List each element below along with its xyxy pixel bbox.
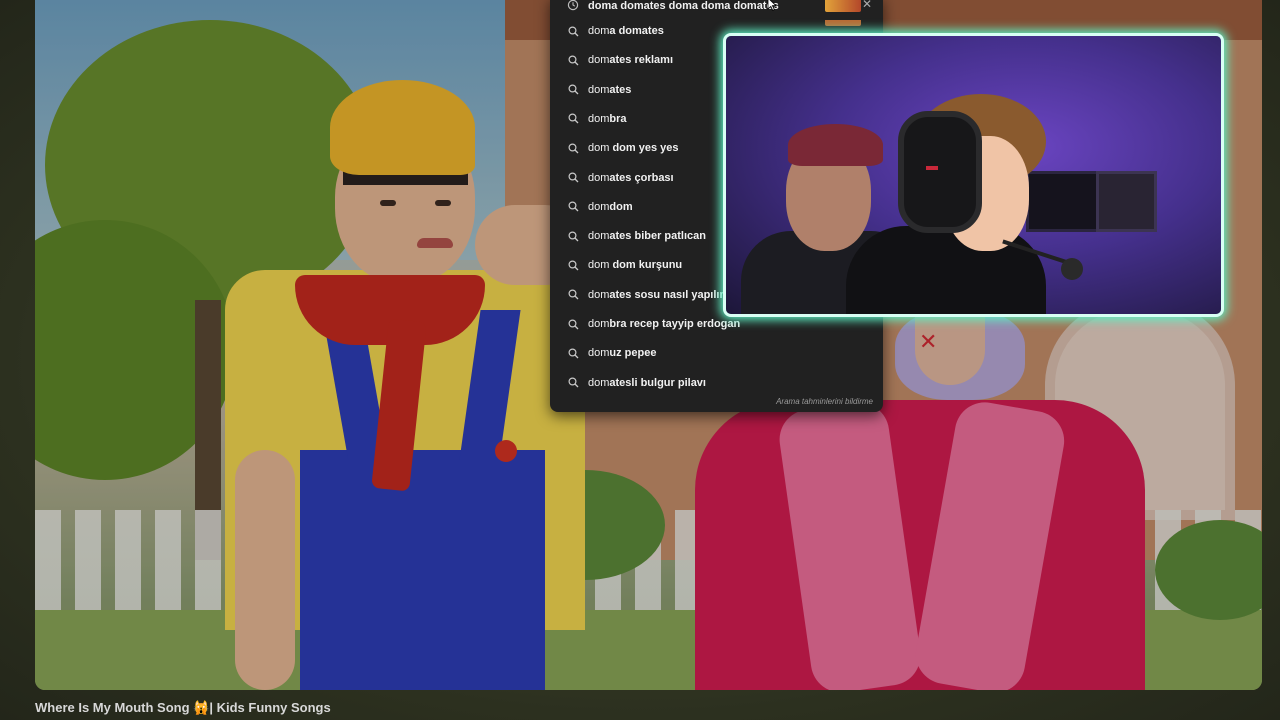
search-icon	[568, 260, 579, 271]
search-history-label: doma domates doma doma domates	[588, 0, 779, 12]
suggestion-typed-part: dom	[588, 230, 610, 243]
search-suggestion-label: domates sosu nasıl yapılır	[588, 289, 724, 301]
search-suggestion-label: domdom	[588, 201, 633, 213]
webcam-overlay	[723, 33, 1224, 317]
video-title[interactable]: Where Is My Mouth Song 🙀| Kids Funny Son…	[35, 700, 331, 716]
search-icon	[568, 377, 579, 388]
headphones-accent	[926, 166, 938, 170]
close-icon[interactable]: ✕	[862, 0, 872, 11]
headphones-icon	[898, 111, 982, 233]
history-thumbnail	[825, 0, 861, 12]
search-suggestion-item[interactable]: domatesli bulgur pilavı	[550, 369, 883, 397]
search-icon	[568, 172, 579, 183]
search-suggestion-label: domates çorbası	[588, 172, 674, 184]
search-suggestion-label: domates	[588, 84, 631, 96]
search-icon	[568, 143, 579, 154]
webcam-wall-frame	[1026, 171, 1102, 232]
suggestion-completion-part: dom yes yes	[609, 142, 679, 155]
search-suggestion-item[interactable]: domuz pepee	[550, 339, 883, 367]
search-icon	[568, 231, 579, 242]
suggestion-typed-part: dom	[588, 347, 610, 360]
streamer-man-cap	[788, 124, 883, 166]
suggestion-completion-part: bra	[609, 112, 627, 125]
suggestion-completion-part: dom kurşunu	[609, 259, 683, 272]
suggestion-completion-part: ates sosu nasıl yapılır	[609, 288, 724, 301]
history-icon	[567, 0, 579, 11]
search-icon	[568, 201, 579, 212]
search-suggestion-label: dom dom yes yes	[588, 142, 679, 154]
suggestion-completion-part: dom	[609, 200, 633, 213]
search-icon	[568, 318, 579, 329]
suggestion-completion-part: ates reklamı	[609, 54, 674, 67]
suggestion-typed-part: dom	[588, 25, 610, 37]
suggestion-typed-part: dom	[588, 142, 610, 155]
suggestion-typed-part: dom	[588, 171, 610, 184]
suggestion-completion-part: a domates	[609, 25, 664, 37]
suggestion-completion-part: ates biber patlıcan	[609, 230, 706, 243]
suggestion-typed-part: dom	[588, 288, 610, 301]
microphone-icon	[1061, 258, 1083, 280]
suggestion-completion-part: atesli bulgur pilavı	[609, 376, 706, 389]
report-suggestions-link[interactable]: Arama tahminlerini bildirme	[776, 397, 873, 406]
search-suggestion-label: doma domates	[588, 25, 664, 37]
search-suggestion-label: domates biber patlıcan	[588, 230, 706, 242]
search-icon	[568, 25, 579, 36]
search-icon	[568, 84, 579, 95]
search-icon	[568, 348, 579, 359]
streamer-kid-body	[846, 226, 1046, 314]
search-icon	[568, 289, 579, 300]
mouse-cursor-icon	[767, 0, 777, 11]
search-suggestion-label: domatesli bulgur pilavı	[588, 377, 706, 389]
search-icon	[568, 55, 579, 66]
suggestion-completion-part: ates	[609, 83, 632, 96]
suggestion-typed-part: dom	[588, 376, 610, 389]
suggestion-typed-part: dom	[588, 259, 610, 272]
search-icon	[568, 113, 579, 124]
suggestion-typed-part: dom	[588, 54, 610, 67]
suggestion-typed-part: dom	[588, 318, 610, 330]
suggestion-typed-part: dom	[588, 83, 610, 96]
search-suggestion-label: domates reklamı	[588, 54, 673, 66]
suggestion-completion-part: uz pepee	[609, 347, 657, 360]
search-suggestion-label: dom dom kurşunu	[588, 259, 682, 271]
search-suggestion-label: domuz pepee	[588, 347, 656, 359]
search-suggestion-label: dombra recep tayyip erdogan	[588, 318, 740, 330]
suggestion-completion-part: bra recep tayyip erdogan	[609, 318, 741, 330]
search-suggestion-label: dombra	[588, 113, 627, 125]
suggestion-typed-part: dom	[588, 112, 610, 125]
suggestion-completion-part: ates çorbası	[609, 171, 674, 184]
webcam-wall-frame	[1096, 171, 1157, 232]
suggestion-typed-part: dom	[588, 200, 610, 213]
